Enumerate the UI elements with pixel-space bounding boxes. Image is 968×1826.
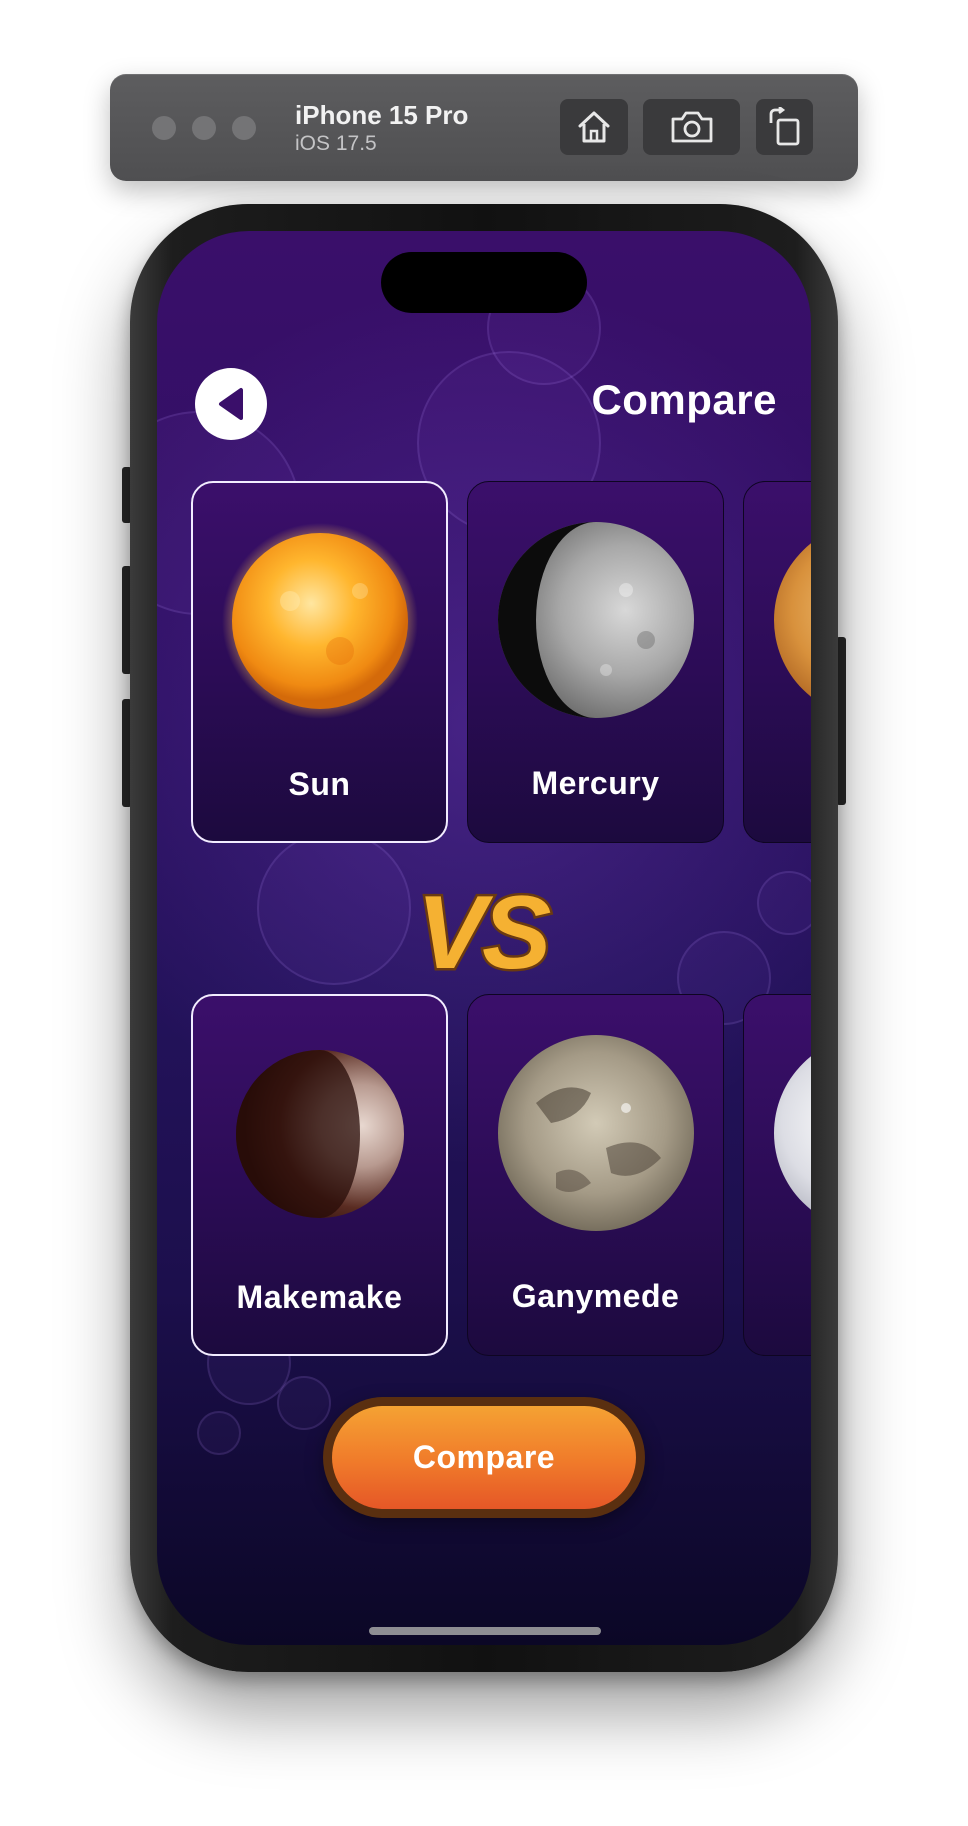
compare-button-face: Compare	[332, 1406, 636, 1509]
window-minimize-dot[interactable]	[192, 116, 216, 140]
screen-title: Compare	[591, 376, 777, 423]
card-label: Ganymede	[511, 1278, 680, 1314]
back-button[interactable]	[195, 368, 267, 440]
simulator-toolbar: iPhone 15 Pro iOS 17.5	[110, 74, 858, 181]
bokeh-circle	[277, 1376, 331, 1430]
card-moon[interactable]	[743, 994, 811, 1356]
home-icon	[578, 111, 610, 143]
card-label: Makemake	[236, 1279, 403, 1315]
card-mercury[interactable]: Mercury	[467, 481, 724, 843]
bokeh-circle	[757, 871, 811, 935]
rotate-button[interactable]	[756, 99, 813, 155]
card-label: Mercury	[531, 765, 660, 801]
bokeh-circle	[257, 831, 411, 985]
mercury-icon	[497, 522, 694, 718]
dynamic-island	[381, 252, 587, 313]
compare-button-label: Compare	[412, 1439, 556, 1475]
venus-icon	[773, 542, 811, 698]
vs-text: VS	[417, 876, 551, 986]
back-arrow-icon	[219, 388, 243, 420]
makemake-icon	[235, 1050, 404, 1218]
home-indicator[interactable]	[369, 1627, 601, 1635]
device-name: iPhone 15 Pro	[295, 100, 469, 130]
sun-icon	[221, 523, 418, 719]
card-sun[interactable]: Sun	[191, 481, 448, 843]
home-button[interactable]	[560, 99, 628, 155]
card-makemake[interactable]: Makemake	[191, 994, 448, 1356]
card-label: Sun	[288, 766, 351, 802]
vs-label: VS	[414, 876, 557, 986]
phone-frame: Compare Sun Mercury VS Makemake Ganymede…	[130, 204, 838, 1672]
window-zoom-dot[interactable]	[232, 116, 256, 140]
ganymede-icon	[497, 1035, 694, 1231]
moon-icon	[773, 1055, 811, 1211]
window-close-dot[interactable]	[152, 116, 176, 140]
device-os-version: iOS 17.5	[295, 132, 377, 155]
card-ganymede[interactable]: Ganymede	[467, 994, 724, 1356]
card-venus[interactable]	[743, 481, 811, 843]
compare-button[interactable]: Compare	[323, 1397, 645, 1518]
rotate-icon	[769, 107, 799, 146]
app-screen: Compare Sun Mercury VS Makemake Ganymede…	[157, 231, 811, 1645]
bokeh-circle	[197, 1411, 241, 1455]
screenshot-icon	[671, 111, 712, 143]
screenshot-button[interactable]	[643, 99, 740, 155]
